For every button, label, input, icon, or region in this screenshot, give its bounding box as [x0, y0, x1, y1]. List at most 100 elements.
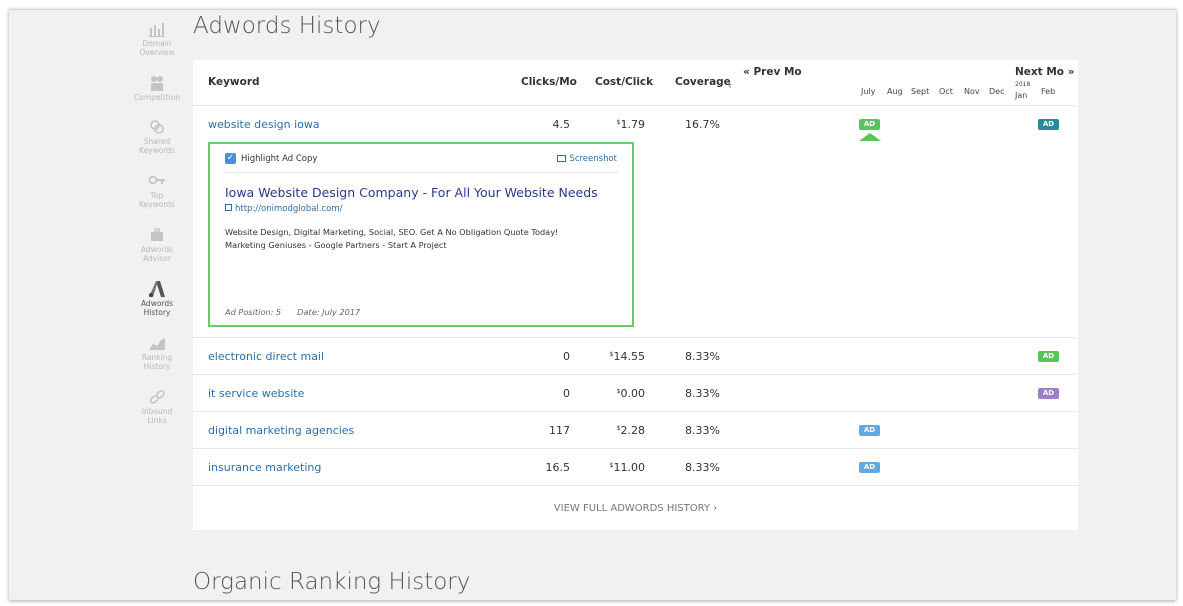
sidebar-item-label: History [143, 362, 171, 371]
sidebar-item-shared-keywords[interactable]: Shared Keywords [129, 119, 185, 155]
chain-link-icon [149, 390, 165, 404]
coverage-value: 16.7% [685, 118, 720, 131]
ad-description: Website Design, Digital Marketing, Socia… [225, 226, 605, 252]
adwords-history-card: Keyword Clicks/Mo Cost/Click Coverage ‹ … [193, 60, 1078, 530]
month-label: Aug [887, 87, 903, 96]
cost-value: $11.00 [593, 461, 645, 474]
sidebar-item-label: Links [147, 416, 167, 425]
section-title-organic: Organic Ranking History [193, 569, 471, 595]
month-label: July [861, 87, 876, 96]
sidebar-item-label: Adwords [140, 245, 174, 254]
clicks-value: 16.5 [545, 461, 571, 474]
column-header-keyword[interactable]: Keyword [208, 76, 260, 88]
keyword-link[interactable]: digital marketing agencies [208, 424, 354, 437]
external-link-icon [225, 204, 232, 211]
ad-copy-panel: ✓ Highlight Ad Copy Screenshot Iowa Webs… [208, 142, 634, 327]
coverage-value: 8.33% [685, 424, 720, 437]
ad-badge[interactable]: AD [1038, 119, 1059, 130]
sidebar-item-adwords-history[interactable]: Adwords History [129, 281, 185, 317]
column-header-coverage[interactable]: Coverage [675, 76, 731, 88]
ad-position: Ad Position: 5 [225, 307, 282, 317]
clicks-value: 117 [549, 424, 570, 437]
sidebar-item-label: Adwords [140, 299, 174, 308]
sidebar-item-label: Advisor [143, 254, 171, 263]
selected-caret-icon [859, 133, 881, 141]
double-left-icon: « [743, 66, 750, 78]
cost-amount: 2.28 [620, 424, 646, 437]
next-month-label: Next Mo [1015, 66, 1065, 78]
double-right-icon: » [1067, 66, 1075, 78]
table-header: Keyword Clicks/Mo Cost/Click Coverage ‹ … [193, 60, 1078, 106]
ad-badge[interactable]: AD [859, 462, 880, 473]
keyword-link[interactable]: it service website [208, 387, 304, 400]
sidebar-item-adwords-advisor[interactable]: Adwords Advisor [129, 227, 185, 263]
monitor-icon [557, 155, 567, 162]
sidebar-item-label: Shared [143, 137, 171, 146]
ad-date: Date: July 2017 [297, 307, 361, 317]
cost-value: $2.28 [593, 424, 645, 437]
month-label: Feb [1041, 87, 1056, 96]
sidebar-item-label: Domain [142, 39, 172, 48]
column-header-clicks[interactable]: Clicks/Mo [521, 76, 577, 88]
cost-value: $0.00 [593, 387, 645, 400]
cost-amount: 11.00 [613, 461, 646, 474]
cost-value: $14.55 [593, 350, 645, 363]
next-month-link[interactable]: Next Mo » [1015, 66, 1074, 78]
column-header-cost[interactable]: Cost/Click [595, 76, 653, 88]
coverage-value: 8.33% [685, 387, 720, 400]
briefcase-icon [151, 228, 163, 241]
clicks-value: 0 [563, 350, 570, 363]
ad-badge[interactable]: AD [1038, 351, 1059, 362]
prev-month-label: Prev Mo [753, 66, 802, 78]
month-label: Sept [911, 87, 930, 96]
ad-url-text: http://onimodglobal.com/ [235, 204, 343, 214]
bar-chart-icon [149, 23, 165, 37]
sidebar-item-label: History [143, 308, 171, 317]
clicks-value: 0 [563, 387, 570, 400]
screenshot-label: Screenshot [569, 154, 617, 164]
sidebar-item-label: Overview [139, 48, 175, 57]
sidebar-item-label: Keywords [139, 200, 175, 209]
page-title: Adwords History [193, 13, 381, 39]
sidebar-item-ranking-history[interactable]: Ranking History [129, 335, 185, 371]
screenshot-link[interactable]: Screenshot [557, 154, 617, 164]
highlight-checkbox[interactable]: ✓ [225, 153, 236, 164]
ad-url-link[interactable]: http://onimodglobal.com/ [225, 204, 343, 214]
sidebar-item-top-keywords[interactable]: Top Keywords [129, 173, 185, 209]
coverage-value: 8.33% [685, 461, 720, 474]
keyword-link[interactable]: website design iowa [208, 118, 320, 131]
ad-title-link[interactable]: Iowa Website Design Company - For All Yo… [225, 185, 598, 200]
coverage-value: 8.33% [685, 350, 720, 363]
month-label: Oct [939, 87, 953, 96]
key-icon [148, 175, 165, 185]
view-full-history-link[interactable]: VIEW FULL ADWORDS HISTORY › [193, 503, 1078, 514]
month-label: Nov [964, 87, 980, 96]
sidebar-item-label: Competition [134, 93, 180, 102]
ad-badge[interactable]: AD [1038, 388, 1059, 399]
cost-value: $1.79 [593, 118, 645, 131]
area-chart-icon [149, 338, 165, 350]
table-row: it service website 0 $0.00 8.33% AD [193, 375, 1078, 412]
keyword-link[interactable]: insurance marketing [208, 461, 321, 474]
page-frame: Domain Overview Competition Shared Keywo… [9, 9, 1176, 600]
keyword-link[interactable]: electronic direct mail [208, 350, 324, 363]
cost-amount: 0.00 [620, 387, 646, 400]
left-caret-icon[interactable]: ‹ [728, 80, 732, 92]
ad-footer: Ad Position: 5 Date: July 2017 [225, 307, 376, 317]
sidebar-item-label: Inbound [141, 407, 173, 416]
sidebar-item-competition[interactable]: Competition [129, 75, 185, 102]
people-icon [151, 76, 163, 91]
sidebar-item-label: Ranking [141, 353, 173, 362]
cost-amount: 14.55 [613, 350, 646, 363]
sidebar-item-inbound-links[interactable]: Inbound Links [129, 389, 185, 425]
adwords-logo-icon [149, 281, 165, 297]
ad-badge[interactable]: AD [859, 119, 880, 130]
table-row: digital marketing agencies 117 $2.28 8.3… [193, 412, 1078, 449]
sidebar-item-label: Top [150, 191, 164, 200]
sidebar-item-domain-overview[interactable]: Domain Overview [129, 21, 185, 57]
sidebar-item-label: Keywords [139, 146, 175, 155]
ad-badge[interactable]: AD [859, 425, 880, 436]
prev-month-link[interactable]: « Prev Mo [743, 66, 802, 78]
cost-amount: 1.79 [620, 118, 646, 131]
highlight-label: Highlight Ad Copy [241, 154, 318, 164]
